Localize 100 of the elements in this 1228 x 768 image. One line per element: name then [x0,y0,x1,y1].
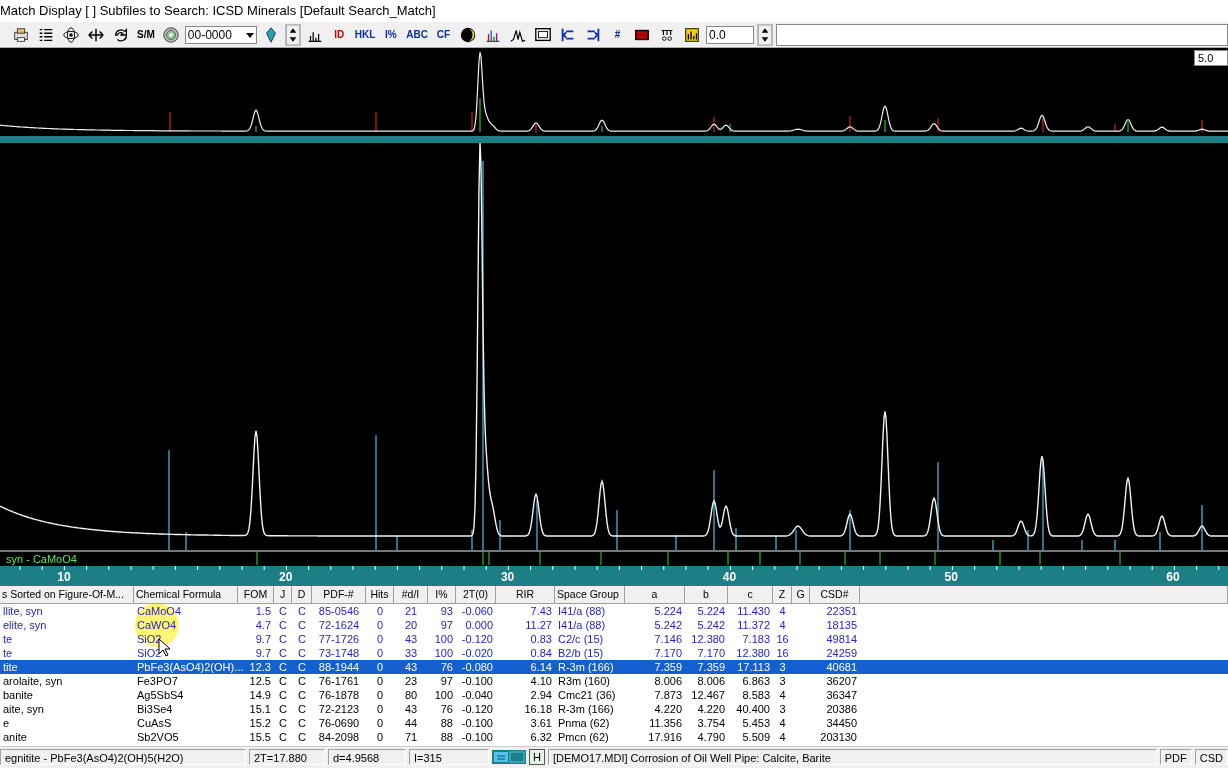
table-cell-text: 0 [375,604,385,618]
table-row[interactable]: elite, syn CaWO4 4.7 C C 72-1624 0 20 97 0.000 11.27 I41/a (88) 5.242 5.242 11.372 4 18135 [0,618,1228,632]
table-cell-text: 11.430 [736,604,771,618]
column-header[interactable]: FOM [238,586,274,604]
scale-field[interactable]: 5.0 [1194,50,1228,66]
table-cell-text: 77-1726 [317,632,361,646]
table-cell-text: 203130 [819,730,858,744]
phase-label: syn - CaMoO4 [6,552,79,566]
table-cell-text: Cmc21 (36) [557,688,617,702]
table-cell-text: 84-2098 [317,730,361,744]
table-cell-text: -0.060 [460,604,494,618]
table-cell-text: 8.006 [696,674,726,688]
table-row[interactable]: arolaite, syn Fe3PO7 12.5 C C 76-1761 0 23 97 -0.100 4.10 R3m (160) 8.006 8.006 6.863 3 36207 [0,674,1228,688]
table-cell-text: 5.224 [653,604,683,618]
table-cell-text: C [278,702,288,716]
atom-icon[interactable] [62,25,80,44]
column-header[interactable]: RIR [496,586,555,604]
table-row[interactable]: aite, syn Bi3Se4 15.1 C C 72-2123 0 43 76 -0.120 16.18 R-3m (166) 4.220 4.220 40.400 3 20386 [0,702,1228,716]
table-cell-text: 6.14 [529,660,553,674]
table-cell-text: 93 [439,604,454,618]
table-cell-text: anite [2,730,28,744]
table-cell-text: 5.224 [696,604,726,618]
table-cell-text: 11.356 [648,716,683,730]
table-cell-text: 7.146 [653,632,683,646]
column-header[interactable]: PDF-# [312,586,366,604]
column-header[interactable]: Chemical Formula [134,586,238,604]
column-header[interactable]: Z [773,586,792,604]
table-cell-text: 16.18 [523,702,553,716]
table-cell-text: 11.372 [736,618,771,632]
table-cell-text: 0.000 [464,618,494,632]
column-header[interactable]: D [292,586,312,604]
printer-icon[interactable] [12,25,30,44]
number-field[interactable]: 0.0 [706,25,754,44]
table-row[interactable]: tite PbFe3(AsO4)2(OH)... 12.3 C C 88-1944 0 43 76 -0.080 6.14 R-3m (166) 7.359 7.359 17.113 3 40681 [0,660,1228,674]
table-cell-text: 12.380 [690,632,726,646]
column-header[interactable]: CSD# [810,586,860,604]
table-cell-text: 8.583 [741,688,771,702]
table-cell-text: 1.5 [254,604,272,618]
table-cell-text: 12.467 [690,688,726,702]
table-cell-text: B2/b (15) [557,646,605,660]
table-cell-text: 76-1878 [317,688,361,702]
table-cell-text: PbFe3(AsO4)2(OH)... [136,660,245,674]
spin-buttons[interactable] [284,23,301,46]
column-header[interactable]: Hits [366,586,394,604]
phase-name: egnitite - PbFe3(AsO4)2(OH)5(H2O) [0,748,246,765]
table-cell-text: 3 [778,660,787,674]
column-header[interactable]: s Sorted on Figure-Of-M... [0,586,134,604]
table-cell-text: 4.220 [696,702,726,716]
table-cell-text: 8.006 [653,674,683,688]
column-header[interactable]: a [625,586,685,604]
table-cell-text: 4 [778,688,787,702]
table-cell-text: 72-2123 [317,702,361,716]
table-cell-text: 80 [403,688,419,702]
table-cell-text: C [278,618,288,632]
column-header[interactable]: b [685,586,728,604]
column-header[interactable]: #d/I [394,586,428,604]
table-cell-text: 7.183 [741,632,771,646]
table-row[interactable]: e CuAsS 15.2 C C 76-0690 0 44 88 -0.100 3.61 Pnma (62) 11.356 3.754 5.453 4 34450 [0,716,1228,730]
table-cell-text: 0 [375,702,385,716]
column-header[interactable]: G [792,586,810,604]
table-cell-text: 0.84 [529,646,553,660]
table-cell-text: C [278,730,288,744]
table-row[interactable]: banite Ag5SbS4 14.9 C C 76-1878 0 80 100 -0.040 2.94 Cmc21 (36) 7.873 12.467 8.583 4 36347 [0,688,1228,702]
disc-icon[interactable] [161,25,180,44]
table-cell-text: 18135 [825,618,858,632]
column-header[interactable]: c [728,586,773,604]
table-cell-text: 33 [403,646,419,660]
monitor-icon[interactable] [534,25,552,44]
chart-icon[interactable] [683,25,701,44]
table-cell-text: tite [2,660,19,674]
view-mode-icon[interactable] [492,749,526,764]
window-title: Match Display [ ] Subfiles to Search: ICSD Minerals [Default Search_Match] [0,2,436,20]
table-cell-text: 100 [433,646,454,660]
table-cell-text: 7.873 [653,688,683,702]
text-field[interactable] [776,23,1228,46]
table-cell-text: Sb2VO5 [136,730,180,744]
table-cell-text: 4.790 [696,730,726,744]
table-cell-text: C [278,604,288,618]
table-cell-text: 5.242 [653,618,683,632]
table-cell-text: Bi3Se4 [136,702,174,716]
column-header[interactable]: 2T(0) [456,586,496,604]
table-cell-text: C [297,716,307,730]
table-cell-text: 0 [375,618,385,632]
half-moon-icon[interactable] [459,25,477,44]
table-cell-text: C [297,646,307,660]
spin-buttons[interactable] [757,23,773,46]
pdf-number-dropdown[interactable]: 00-0000 [184,25,257,44]
column-header[interactable]: Space Group [555,586,625,604]
table-cell-text: 20 [403,618,419,632]
table-cell-text: 72-1624 [317,618,361,632]
table-cell-text: I41/a (88) [557,618,607,632]
column-header[interactable]: I% [428,586,456,604]
table-cell-text: 9.7 [254,632,272,646]
table-cell-text: C [278,632,288,646]
column-header[interactable]: J [274,586,292,604]
table-cell-text: 7.359 [696,660,726,674]
axis-label: 20 [279,570,293,584]
table-cell-text: Ag5SbS4 [136,688,185,702]
table-cell-text: 4.7 [254,618,272,632]
table-row[interactable]: anite Sb2VO5 15.5 C C 84-2098 0 71 88 -0.100 6.32 Pmcn (62) 17.916 4.790 5.509 4 203130 [0,730,1228,744]
